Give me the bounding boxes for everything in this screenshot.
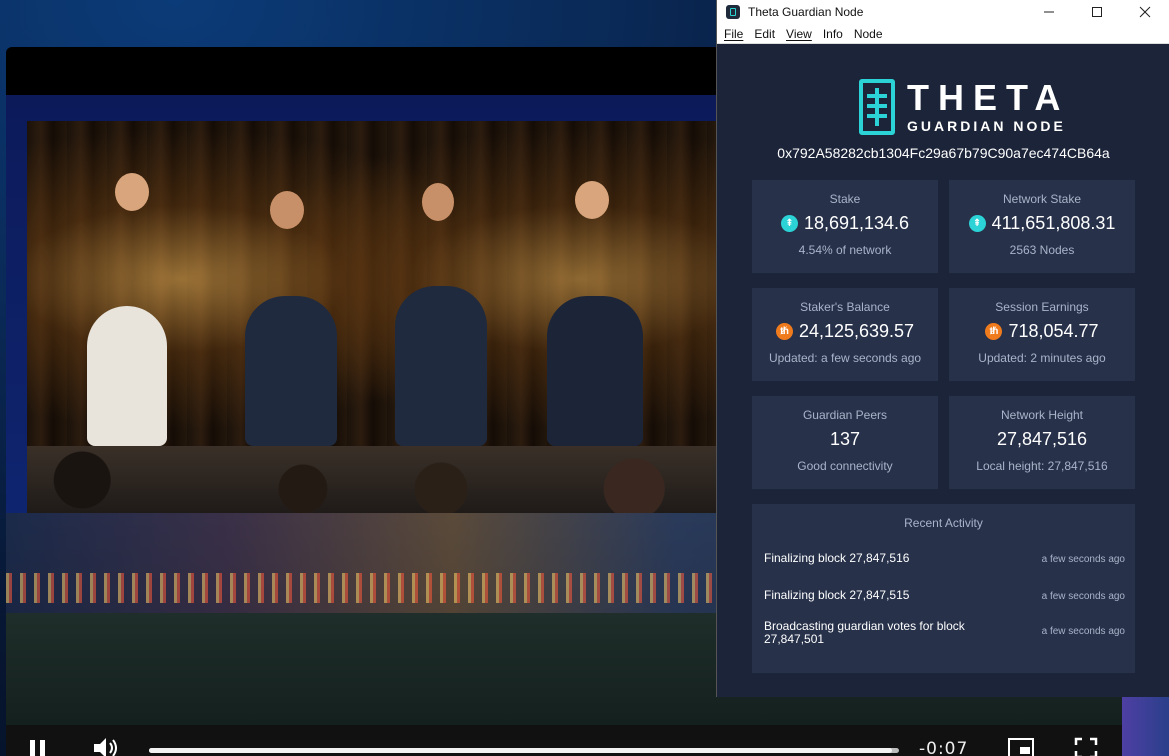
session-earnings-label: Session Earnings (995, 300, 1089, 314)
network-stake-value: 411,651,808.31 (991, 213, 1116, 233)
panelist-2-head (270, 191, 304, 229)
stake-value-row: ⇞ 18,691,134.6 (752, 213, 938, 234)
network-height-card: Network Height 27,847,516 Local height: … (949, 396, 1135, 489)
picture-in-picture-icon[interactable] (1007, 737, 1035, 756)
stake-card: Stake ⇞ 18,691,134.6 4.54% of network (752, 180, 938, 273)
network-stake-label: Network Stake (1002, 192, 1082, 206)
panelist-4-head (575, 181, 609, 219)
stakers-balance-sub: Updated: a few seconds ago (768, 351, 922, 365)
activity-item-text: Finalizing block 27,847,516 (764, 551, 910, 565)
network-stake-value-row: ⇞ 411,651,808.31 (949, 213, 1135, 234)
window-titlebar[interactable]: Theta Guardian Node (717, 0, 1169, 24)
session-earnings-value-row: ᵺ 718,054.77 (949, 321, 1135, 342)
menu-bar: File Edit View Info Node (717, 24, 1169, 44)
fullscreen-icon[interactable] (1074, 737, 1098, 756)
tfuel-coin-icon: ᵺ (775, 323, 793, 340)
theta-coin-icon: ⇞ (968, 215, 986, 232)
menu-info[interactable]: Info (823, 27, 843, 41)
maximize-button[interactable] (1073, 0, 1121, 24)
activity-item-time: a few seconds ago (1041, 591, 1125, 602)
logo-title: THETA (907, 77, 1070, 118)
logo-subtitle: GUARDIAN NODE (907, 118, 1066, 134)
theta-guardian-window[interactable]: Theta Guardian Node File Edit View Info … (716, 0, 1169, 697)
activity-item: Finalizing block 27,847,516 a few second… (764, 551, 1125, 566)
video-controls-bar: -0:07 (6, 725, 1122, 756)
activity-item: Finalizing block 27,847,515 a few second… (764, 588, 1125, 603)
theta-coin-icon: ⇞ (780, 215, 798, 232)
network-height-sub: Local height: 27,847,516 (976, 459, 1108, 473)
window-title: Theta Guardian Node (748, 5, 864, 19)
wallet-address: 0x792A58282cb1304Fc29a67b79C90a7ec474CB6… (777, 145, 1110, 161)
video-progress-fill (149, 748, 892, 753)
maximize-icon (1092, 7, 1102, 17)
activity-item-text: Finalizing block 27,847,515 (764, 588, 910, 602)
network-height-label: Network Height (1000, 408, 1084, 422)
network-stake-card: Network Stake ⇞ 411,651,808.31 2563 Node… (949, 180, 1135, 273)
activity-item-text: Broadcasting guardian votes for block 27… (764, 619, 965, 646)
close-icon (1139, 6, 1151, 18)
guardian-peers-sub: Good connectivity (797, 459, 893, 473)
network-height-value: 27,847,516 (996, 429, 1088, 449)
panelist-3 (395, 286, 487, 446)
panelist-1-head (115, 173, 149, 211)
pause-icon[interactable] (28, 738, 48, 756)
guardian-peers-label: Guardian Peers (802, 408, 888, 422)
menu-node[interactable]: Node (854, 27, 883, 41)
stake-sub: 4.54% of network (798, 243, 892, 257)
theta-app-icon (726, 5, 740, 19)
session-earnings-value: 718,054.77 (1008, 321, 1099, 341)
guardian-peers-card: Guardian Peers 137 Good connectivity (752, 396, 938, 489)
theta-logo: THETA GUARDIAN NODE (859, 79, 1069, 135)
logo-text: THETA GUARDIAN NODE (907, 77, 1070, 135)
window-controls (1025, 0, 1169, 24)
tfuel-coin-icon: ᵺ (985, 323, 1003, 340)
guardian-peers-value: 137 (829, 429, 861, 449)
minimize-button[interactable] (1025, 0, 1073, 24)
app-content: THETA GUARDIAN NODE 0x792A58282cb1304Fc2… (717, 44, 1169, 697)
panelist-3-head (422, 183, 454, 221)
session-earnings-card: Session Earnings ᵺ 718,054.77 Updated: 2… (949, 288, 1135, 381)
stake-value: 18,691,134.6 (803, 213, 910, 233)
panelist-4 (547, 296, 643, 446)
activity-item: Broadcasting guardian votes for block 27… (764, 620, 1125, 646)
theta-logo-icon (859, 79, 895, 135)
minimize-icon (1044, 11, 1054, 13)
recent-activity-title: Recent Activity (904, 516, 983, 530)
time-remaining: -0:07 (919, 739, 969, 756)
menu-file[interactable]: File (724, 27, 743, 41)
activity-item-time: a few seconds ago (1041, 554, 1125, 565)
menu-view[interactable]: View (786, 27, 812, 41)
panelist-2 (245, 296, 337, 446)
activity-item-time: a few seconds ago (1041, 626, 1125, 637)
video-stage-scene (27, 121, 717, 516)
video-progress-bar[interactable] (149, 748, 899, 753)
session-earnings-sub: Updated: 2 minutes ago (978, 351, 1106, 365)
volume-icon[interactable] (92, 736, 120, 756)
stakers-balance-value-row: ᵺ 24,125,639.57 (752, 321, 938, 342)
audience-silhouettes (27, 426, 717, 516)
stakers-balance-card: Staker's Balance ᵺ 24,125,639.57 Updated… (752, 288, 938, 381)
panelist-1 (87, 306, 167, 446)
stakers-balance-label: Staker's Balance (800, 300, 890, 314)
stake-label: Stake (829, 192, 861, 206)
stakers-balance-value: 24,125,639.57 (798, 321, 915, 341)
menu-edit[interactable]: Edit (754, 27, 775, 41)
close-button[interactable] (1121, 0, 1169, 24)
recent-activity-panel: Recent Activity Finalizing block 27,847,… (752, 504, 1135, 673)
network-stake-sub: 2563 Nodes (1009, 243, 1075, 257)
